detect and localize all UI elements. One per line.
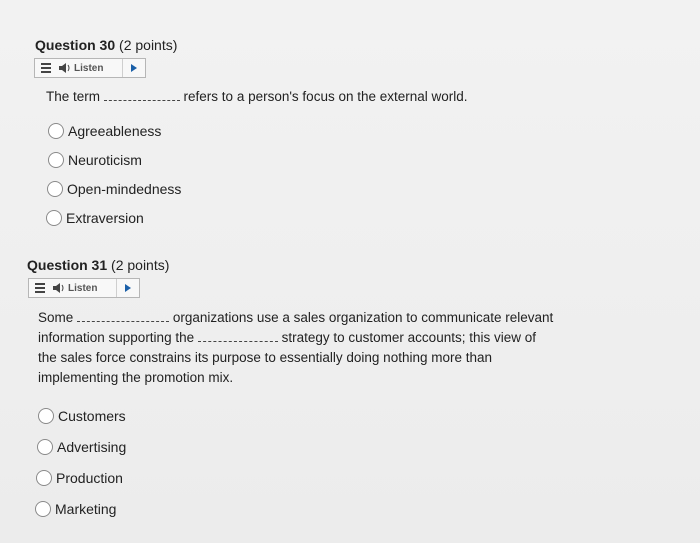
answer-blank — [197, 330, 278, 342]
answer-blank — [103, 89, 180, 101]
radio-button[interactable] — [46, 210, 62, 226]
quiz-page: Question 30 (2 points) Listen The term r… — [0, 0, 700, 543]
radio-button[interactable] — [38, 408, 54, 424]
play-icon[interactable] — [122, 59, 145, 77]
option-marketing[interactable]: Marketing — [35, 501, 116, 517]
listen-toolbar-q31: Listen — [28, 278, 140, 298]
menu-icon[interactable] — [35, 59, 57, 77]
option-customers[interactable]: Customers — [38, 408, 126, 424]
listen-label[interactable]: Listen — [68, 283, 97, 294]
radio-button[interactable] — [36, 470, 52, 486]
option-agreeableness[interactable]: Agreeableness — [48, 123, 161, 139]
option-open-mindedness[interactable]: Open-mindedness — [47, 181, 181, 197]
answer-blank — [77, 310, 170, 322]
radio-button[interactable] — [48, 123, 64, 139]
question-30-stem: The term refers to a person's focus on t… — [46, 89, 468, 104]
radio-button[interactable] — [48, 152, 64, 168]
option-neuroticism[interactable]: Neuroticism — [48, 152, 142, 168]
radio-button[interactable] — [37, 439, 53, 455]
question-30-title: Question 30 (2 points) — [35, 37, 178, 53]
radio-button[interactable] — [47, 181, 63, 197]
menu-icon[interactable] — [29, 279, 51, 297]
option-advertising[interactable]: Advertising — [37, 439, 126, 455]
radio-button[interactable] — [35, 501, 51, 517]
option-production[interactable]: Production — [36, 470, 123, 486]
play-icon[interactable] — [116, 279, 139, 297]
question-31-stem: Some organizations use a sales organizat… — [38, 310, 554, 385]
speaker-icon[interactable] — [53, 283, 65, 293]
question-31-title: Question 31 (2 points) — [27, 257, 170, 273]
speaker-icon[interactable] — [59, 63, 71, 73]
listen-label[interactable]: Listen — [74, 63, 103, 74]
listen-toolbar-q30: Listen — [34, 58, 146, 78]
option-extraversion[interactable]: Extraversion — [46, 210, 144, 226]
